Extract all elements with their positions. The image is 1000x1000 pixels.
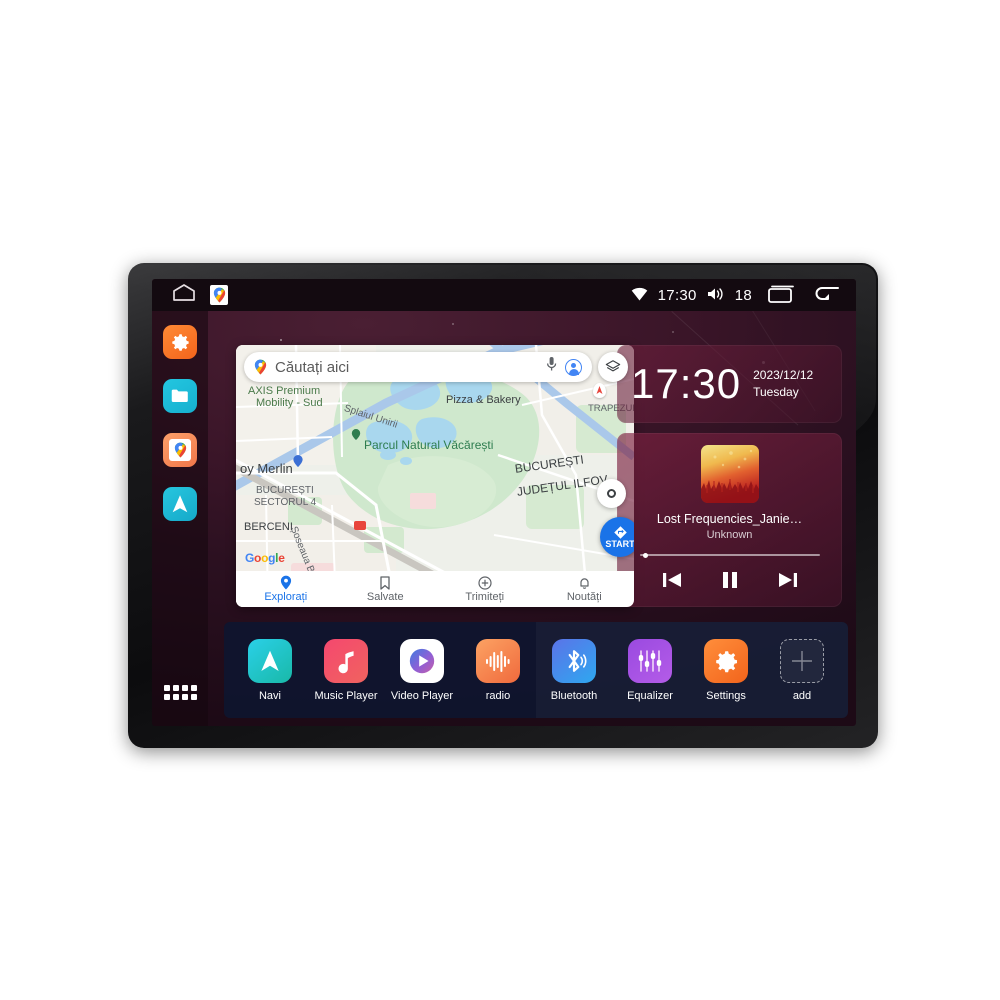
app-dock: Navi Music Player Video Player radio Blu… <box>224 622 848 718</box>
home-icon[interactable] <box>172 284 196 306</box>
clock-weekday: Tuesday <box>753 385 799 399</box>
app-drawer-icon[interactable] <box>163 685 197 700</box>
equalizer-sliders-icon[interactable] <box>628 638 672 683</box>
sidebar-item-files[interactable] <box>163 379 197 413</box>
map-nav-contribute[interactable]: Trimiteți <box>435 571 535 607</box>
bell-icon <box>580 577 589 589</box>
map-nav-label: Trimiteți <box>465 590 505 603</box>
dock-label: Bluetooth <box>550 689 598 702</box>
skip-previous-icon[interactable] <box>661 570 683 595</box>
wallpaper-speck <box>452 323 454 325</box>
plus-icon[interactable] <box>780 638 824 683</box>
clock-time: 17:30 <box>631 360 742 407</box>
dock-item-music-player[interactable]: Music Player <box>311 638 381 702</box>
start-label: START <box>605 539 634 549</box>
skip-next-icon[interactable] <box>777 570 799 595</box>
recents-icon[interactable] <box>768 285 794 306</box>
map-nav-label: Explorați <box>264 591 308 603</box>
sidebar-item-settings[interactable] <box>163 325 197 359</box>
start-navigation-button[interactable]: START <box>600 517 634 557</box>
dock-label: Video Player <box>390 689 454 702</box>
microphone-icon[interactable] <box>546 356 557 378</box>
map-poi-pin <box>593 383 606 398</box>
map-nav-saved[interactable]: Salvate <box>336 571 436 607</box>
volume-level: 18 <box>734 286 752 304</box>
map-bottom-nav: Explorați Salvate Trimiteți Noutăți <box>236 571 634 607</box>
sidebar-item-maps[interactable] <box>163 433 197 467</box>
dock-item-add[interactable]: add <box>767 638 837 702</box>
pause-icon[interactable] <box>721 570 739 595</box>
google-attribution: Google <box>245 551 285 565</box>
google-maps-icon[interactable] <box>210 285 228 305</box>
navigation-arrow-icon[interactable] <box>248 638 292 683</box>
dock-item-radio[interactable]: radio <box>463 638 533 702</box>
wallpaper-speck <box>280 339 282 341</box>
dock-label: Equalizer <box>627 689 673 702</box>
music-widget[interactable]: Lost Frequencies_Janie… Unknown <box>617 433 842 607</box>
my-location-icon[interactable] <box>597 479 626 508</box>
dock-item-settings[interactable]: Settings <box>691 638 761 702</box>
google-maps-card[interactable]: VITANAXIS PremiumMobility - SudPizza & B… <box>236 345 634 607</box>
dock-label: Settings <box>706 689 746 702</box>
bluetooth-icon[interactable] <box>552 638 596 683</box>
track-title: Lost Frequencies_Janie… <box>656 512 803 526</box>
status-bar: 17:30 18 <box>152 279 856 311</box>
track-artist: Unknown <box>706 529 753 541</box>
map-nav-updates[interactable]: Noutăți <box>535 571 635 607</box>
music-note-icon[interactable] <box>324 638 368 683</box>
play-circle-icon[interactable] <box>400 638 444 683</box>
map-canvas[interactable] <box>236 345 634 607</box>
album-art <box>700 445 759 503</box>
gear-icon[interactable] <box>704 638 748 683</box>
clock-widget[interactable]: 17:30 2023/12/12 Tuesday <box>617 345 842 423</box>
volume-icon[interactable] <box>707 287 725 304</box>
clock-date: 2023/12/12 <box>753 367 814 382</box>
dock-item-video-player[interactable]: Video Player <box>387 638 457 702</box>
left-sidebar <box>152 311 208 726</box>
send-plus-icon <box>478 575 492 590</box>
back-icon[interactable] <box>814 285 840 306</box>
car-head-unit-device: 17:30 18 AXIS Premium Mobility - Sud Piz… <box>128 263 878 748</box>
directions-icon <box>613 526 627 539</box>
bookmark-icon <box>380 575 390 590</box>
sidebar-item-navigation[interactable] <box>163 487 197 521</box>
map-nav-explore[interactable]: Explorați <box>236 571 336 607</box>
dock-label: Music Player <box>314 689 378 702</box>
explore-pin-icon <box>280 575 291 590</box>
dock-label: radio <box>485 689 511 702</box>
map-nav-label: Noutăți <box>566 590 602 603</box>
layers-icon[interactable] <box>598 352 628 382</box>
dock-label: Navi <box>258 689 281 702</box>
account-icon[interactable] <box>565 358 582 376</box>
search-pin-icon <box>254 359 267 375</box>
map-search-bar[interactable]: Căutați aici <box>244 352 592 382</box>
dock-item-navi[interactable]: Navi <box>235 638 305 702</box>
dock-item-equalizer[interactable]: Equalizer <box>615 638 685 702</box>
dock-label: add <box>792 689 812 702</box>
device-screen: 17:30 18 AXIS Premium Mobility - Sud Piz… <box>152 279 856 726</box>
status-time: 17:30 <box>657 286 697 304</box>
radio-waveform-icon[interactable] <box>476 638 520 683</box>
dock-item-bluetooth[interactable]: Bluetooth <box>539 638 609 702</box>
map-nav-label: Salvate <box>366 590 404 603</box>
search-input[interactable]: Căutați aici <box>275 359 538 376</box>
wifi-icon <box>631 287 648 304</box>
wallpaper-speck <box>672 331 674 333</box>
progress-bar[interactable] <box>639 552 820 558</box>
